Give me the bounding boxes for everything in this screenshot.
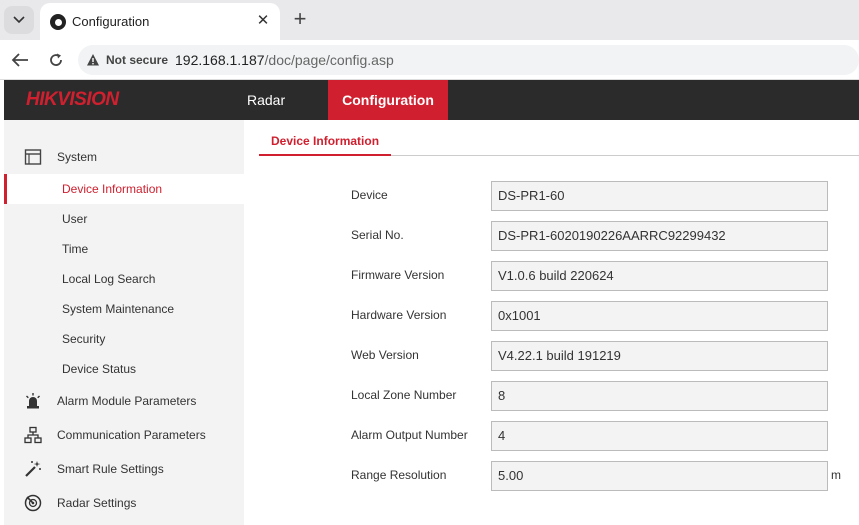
content-tabs: Device Information	[259, 131, 859, 156]
tab-list-button[interactable]	[4, 6, 34, 34]
field-label: Serial No.	[351, 228, 404, 242]
firmware-version-field[interactable]: V1.0.6 build 220624	[491, 261, 828, 291]
device-field[interactable]: DS-PR1-60	[491, 181, 828, 211]
sidebar-item-security[interactable]: Security	[4, 324, 244, 354]
favicon-icon	[50, 14, 66, 30]
field-label: Alarm Output Number	[351, 428, 468, 442]
local-zone-number-field[interactable]: 8	[491, 381, 828, 411]
field-hardware-version: Hardware Version 0x1001	[351, 301, 851, 331]
sidebar-group-smart-rule[interactable]: Smart Rule Settings	[4, 453, 244, 483]
back-button[interactable]	[8, 48, 32, 72]
range-resolution-field[interactable]: 5.00	[491, 461, 828, 491]
field-range-resolution: Range Resolution 5.00 m	[351, 461, 851, 491]
app-header: HIKVISION Radar Configuration	[4, 80, 859, 120]
browser-tab-bar: Configuration ✕ +	[0, 0, 859, 40]
hikvision-logo: HIKVISION	[26, 89, 119, 110]
url-host: 192.168.1.187	[175, 52, 265, 68]
field-label: Firmware Version	[351, 268, 445, 282]
address-bar[interactable]: Not secure 192.168.1.187/doc/page/config…	[78, 45, 859, 75]
web-version-field[interactable]: V4.22.1 build 191219	[491, 341, 828, 371]
url-path: /doc/page/config.asp	[264, 52, 394, 68]
url-text[interactable]: 192.168.1.187/doc/page/config.asp	[175, 52, 394, 68]
warning-icon[interactable]	[86, 53, 100, 67]
sidebar: System Device Information User Time Loca…	[4, 120, 244, 525]
sidebar-group-label: Radar Settings	[57, 496, 137, 510]
field-device: Device DS-PR1-60	[351, 181, 851, 211]
field-label: Device	[351, 188, 388, 202]
tab-device-information[interactable]: Device Information	[259, 131, 392, 156]
field-web-version: Web Version V4.22.1 build 191219	[351, 341, 851, 371]
sidebar-item-label: System Maintenance	[62, 302, 175, 316]
sidebar-group-label: Alarm Module Parameters	[57, 394, 197, 408]
sidebar-group-label: System	[57, 150, 98, 164]
reload-icon	[50, 53, 62, 66]
sidebar-group-communication[interactable]: Communication Parameters	[4, 419, 244, 449]
sidebar-item-label: Time	[62, 242, 89, 256]
field-serial-no: Serial No. DS-PR1-6020190226AARRC9229943…	[351, 221, 851, 251]
sidebar-item-local-log-search[interactable]: Local Log Search	[4, 264, 244, 294]
sidebar-item-device-information[interactable]: Device Information	[4, 174, 244, 204]
sidebar-item-label: Device Information	[62, 182, 163, 196]
radar-icon	[24, 494, 42, 512]
serial-no-field[interactable]: DS-PR1-6020190226AARRC92299432	[491, 221, 828, 251]
sidebar-item-system-maintenance[interactable]: System Maintenance	[4, 294, 244, 324]
nav-radar[interactable]: Radar	[228, 80, 328, 120]
close-icon[interactable]: ✕	[254, 12, 272, 30]
back-arrow-icon	[11, 53, 28, 67]
field-alarm-output-number: Alarm Output Number 4	[351, 421, 851, 451]
field-label: Local Zone Number	[351, 388, 457, 402]
network-icon	[24, 426, 42, 444]
sidebar-item-label: User	[62, 212, 88, 226]
chevron-down-icon	[13, 16, 25, 24]
sidebar-group-system[interactable]: System	[4, 141, 244, 171]
system-icon	[24, 149, 42, 165]
unit-label: m	[831, 468, 841, 482]
new-tab-button[interactable]: +	[288, 8, 312, 32]
sidebar-item-label: Security	[62, 332, 106, 346]
alarm-icon	[26, 393, 40, 409]
sidebar-group-label: Smart Rule Settings	[57, 462, 164, 476]
sidebar-item-label: Device Status	[62, 362, 137, 376]
browser-toolbar: Not secure 192.168.1.187/doc/page/config…	[0, 40, 859, 80]
reload-button[interactable]	[44, 48, 68, 72]
sidebar-group-label: Communication Parameters	[57, 428, 206, 442]
alarm-output-number-field[interactable]: 4	[491, 421, 828, 451]
hardware-version-field[interactable]: 0x1001	[491, 301, 828, 331]
field-label: Web Version	[351, 348, 419, 362]
sidebar-item-time[interactable]: Time	[4, 234, 244, 264]
sidebar-group-alarm-module[interactable]: Alarm Module Parameters	[4, 385, 244, 415]
sidebar-item-label: Local Log Search	[62, 272, 156, 286]
not-secure-label[interactable]: Not secure	[106, 53, 168, 67]
field-label: Range Resolution	[351, 468, 447, 482]
sidebar-group-radar-settings[interactable]: Radar Settings	[4, 487, 244, 517]
browser-tab[interactable]: Configuration ✕	[40, 3, 280, 40]
sidebar-item-user[interactable]: User	[4, 204, 244, 234]
sidebar-item-device-status[interactable]: Device Status	[4, 354, 244, 384]
field-label: Hardware Version	[351, 308, 447, 322]
nav-configuration[interactable]: Configuration	[328, 80, 448, 120]
field-firmware-version: Firmware Version V1.0.6 build 220624	[351, 261, 851, 291]
field-local-zone-number: Local Zone Number 8	[351, 381, 851, 411]
tab-title: Configuration	[72, 14, 150, 29]
wand-icon	[25, 461, 41, 477]
